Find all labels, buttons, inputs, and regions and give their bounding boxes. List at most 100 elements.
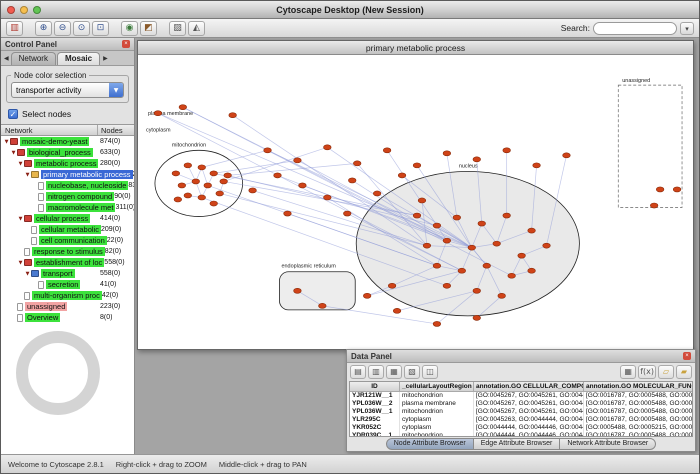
vizmapper-icon[interactable]: ◩	[140, 21, 157, 36]
network-node[interactable]	[528, 268, 536, 273]
network-node[interactable]	[398, 173, 406, 178]
tab-scroll-right-icon[interactable]: ▶	[101, 55, 110, 65]
network-node[interactable]	[473, 315, 481, 320]
network-node[interactable]	[299, 183, 307, 188]
annotation-icon[interactable]: ▨	[169, 21, 186, 36]
tree-row[interactable]: ▼biological_process633(0)	[1, 147, 134, 158]
network-node[interactable]	[433, 223, 441, 228]
network-node[interactable]	[324, 145, 332, 150]
unselect-attributes-icon[interactable]: ▥	[368, 365, 384, 379]
tab-edge-attribute-browser[interactable]: Edge Attribute Browser	[473, 438, 561, 450]
network-node[interactable]	[388, 283, 396, 288]
tree-column-nodes[interactable]: Nodes	[98, 125, 134, 135]
table-row[interactable]: YPL036W__2plasma membrane[GO:0045267, GO…	[350, 400, 692, 408]
network-node[interactable]	[533, 163, 541, 168]
network-node[interactable]	[294, 158, 302, 163]
data-panel-close-icon[interactable]: ×	[683, 352, 691, 360]
network-node[interactable]	[433, 263, 441, 268]
network-node[interactable]	[319, 303, 327, 308]
network-node[interactable]	[443, 151, 451, 156]
network-node[interactable]	[503, 148, 511, 153]
network-node[interactable]	[423, 243, 431, 248]
network-node[interactable]	[204, 183, 212, 188]
tree-row[interactable]: secretion41(0)	[1, 279, 134, 290]
titlebar[interactable]: Cytoscape Desktop (New Session)	[1, 1, 699, 19]
zoom-out-icon[interactable]: ⊖	[54, 21, 71, 36]
network-node[interactable]	[453, 215, 461, 220]
network-node[interactable]	[673, 187, 681, 192]
network-node[interactable]	[413, 213, 421, 218]
column-header[interactable]: annotation.GO CELLULAR_COMPONENT	[474, 382, 584, 391]
network-view-window[interactable]: primary metabolic process plasma membran…	[137, 40, 694, 350]
network-node[interactable]	[443, 238, 451, 243]
network-overview-icon[interactable]: ◉	[121, 21, 138, 36]
select-nodes-checkbox[interactable]: ✓	[8, 109, 18, 119]
network-node[interactable]	[324, 195, 332, 200]
network-node[interactable]	[458, 268, 466, 273]
table-row[interactable]: YKR052Ccytoplasm[GO:0044444, GO:0044446,…	[350, 424, 692, 432]
tab-scroll-left-icon[interactable]: ◀	[2, 55, 11, 65]
network-node[interactable]	[656, 187, 664, 192]
network-node[interactable]	[518, 253, 526, 258]
delete-attribute-icon[interactable]: ▧	[404, 365, 420, 379]
network-node[interactable]	[179, 105, 187, 110]
expander-icon[interactable]: ▼	[17, 260, 24, 266]
export-table-icon[interactable]: ▰	[676, 365, 692, 379]
network-node[interactable]	[503, 213, 511, 218]
network-node[interactable]	[473, 288, 481, 293]
session-icon[interactable]: ▥	[6, 21, 23, 36]
network-node[interactable]	[433, 321, 441, 326]
expander-icon[interactable]: ▼	[24, 271, 31, 277]
tree-row[interactable]: cell communication22(0)	[1, 235, 134, 246]
network-node[interactable]	[508, 273, 516, 278]
tab-network[interactable]: Network	[11, 52, 56, 65]
expander-icon[interactable]: ▼	[10, 150, 17, 156]
zoom-in-icon[interactable]: ⊕	[35, 21, 52, 36]
tree-row[interactable]: ▼primary metabolic process209(0)	[1, 169, 134, 180]
expander-icon[interactable]: ▼	[24, 172, 31, 178]
tree-row[interactable]: nitrogen compound90(0)	[1, 191, 134, 202]
network-node[interactable]	[383, 148, 391, 153]
expander-icon[interactable]: ▼	[17, 216, 24, 222]
tab-network-attribute-browser[interactable]: Network Attribute Browser	[559, 438, 656, 450]
network-node[interactable]	[413, 163, 421, 168]
tree-row[interactable]: unassigned223(0)	[1, 301, 134, 312]
network-node[interactable]	[210, 201, 218, 206]
network-node[interactable]	[274, 173, 282, 178]
network-node[interactable]	[192, 179, 200, 184]
network-node[interactable]	[478, 221, 486, 226]
tree-row[interactable]: nucleobase, nucleoside83(0)	[1, 180, 134, 191]
tree-row[interactable]: response to stimulus82(0)	[1, 246, 134, 257]
maximize-window-icon[interactable]	[33, 6, 41, 14]
tree-row[interactable]: ▼establishment of loc558(0)	[1, 257, 134, 268]
tree-row[interactable]: ▼transport558(0)	[1, 268, 134, 279]
network-canvas-container[interactable]: plasma membranecytoplasmmitochondrionnuc…	[138, 55, 693, 349]
column-header[interactable]: annotation.GO MOLECULAR_FUNCTION	[584, 382, 693, 391]
tab-mosaic[interactable]: Mosaic	[57, 52, 100, 65]
select-attributes-icon[interactable]: ▤	[350, 365, 366, 379]
expander-icon[interactable]: ▼	[3, 139, 10, 145]
network-node[interactable]	[249, 188, 257, 193]
network-node[interactable]	[172, 171, 180, 176]
network-node[interactable]	[216, 191, 224, 196]
network-node[interactable]	[229, 113, 237, 118]
network-node[interactable]	[198, 195, 206, 200]
network-node[interactable]	[184, 163, 192, 168]
network-node[interactable]	[284, 211, 292, 216]
control-panel-close-icon[interactable]: ×	[122, 40, 130, 48]
network-node[interactable]	[224, 173, 232, 178]
network-node[interactable]	[468, 245, 476, 250]
tree-row[interactable]: macromolecule met311(0)	[1, 202, 134, 213]
network-node[interactable]	[294, 288, 302, 293]
tree-row[interactable]: cellular metabolic209(0)	[1, 224, 134, 235]
network-node[interactable]	[363, 293, 371, 298]
network-node[interactable]	[543, 243, 551, 248]
network-node[interactable]	[348, 178, 356, 183]
network-node[interactable]	[493, 241, 501, 246]
minimize-window-icon[interactable]	[20, 6, 28, 14]
network-node[interactable]	[498, 293, 506, 298]
network-node[interactable]	[264, 148, 272, 153]
plugins-icon[interactable]: ◭	[188, 21, 205, 36]
table-row[interactable]: YLR295Ccytoplasm[GO:0045263, GO:0044444,…	[350, 416, 692, 424]
column-header[interactable]: _cellularLayoutRegion	[400, 382, 474, 391]
